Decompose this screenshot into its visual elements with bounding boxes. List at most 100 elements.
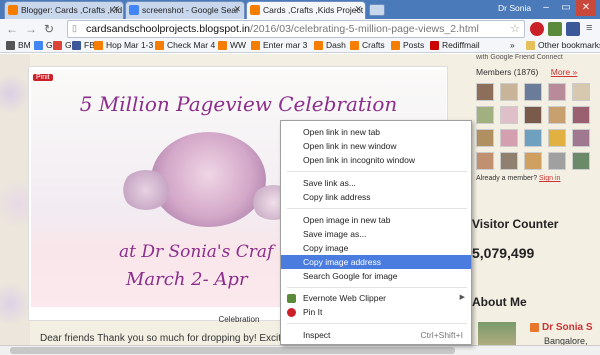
evernote-icon: [287, 294, 296, 303]
bookmark-item[interactable]: Check Mar 4: [155, 40, 215, 50]
menu-item-pin-it[interactable]: Pin It: [281, 305, 471, 319]
title-bar: Blogger: Cards ,Crafts ,Kid ✕ screenshot…: [0, 0, 600, 19]
profile-name[interactable]: Dr Sonia: [498, 3, 531, 13]
maximize-button[interactable]: ▭: [556, 0, 576, 16]
tab-google-search[interactable]: screenshot - Google Sear ✕: [125, 1, 245, 19]
avatar[interactable]: [548, 83, 566, 101]
new-tab-button[interactable]: [369, 4, 385, 16]
folder-icon: [526, 41, 535, 50]
menu-item-copy-image[interactable]: Copy image: [281, 241, 471, 255]
bookmark-item[interactable]: G: [53, 40, 72, 50]
extension-icon[interactable]: [566, 22, 580, 36]
close-window-button[interactable]: ✕: [576, 0, 596, 16]
menu-item-open-image-new-tab[interactable]: Open image in new tab: [281, 213, 471, 227]
blogger-icon: [250, 5, 260, 15]
menu-item-save-image[interactable]: Save image as...: [281, 227, 471, 241]
menu-separator: [287, 323, 467, 324]
bookmark-item[interactable]: FB: [72, 40, 95, 50]
menu-icon[interactable]: ≡: [586, 22, 592, 34]
avatar[interactable]: [572, 106, 590, 124]
avatar[interactable]: [524, 83, 542, 101]
other-bookmarks[interactable]: Other bookmarks: [526, 40, 600, 50]
avatar[interactable]: [548, 152, 566, 170]
close-tab-icon[interactable]: ✕: [112, 4, 120, 15]
members-heading: Members (1876) More »: [476, 67, 578, 77]
avatar[interactable]: [524, 106, 542, 124]
facebook-icon: [72, 41, 81, 50]
rose-bud-image: [121, 170, 171, 210]
avatar[interactable]: [548, 106, 566, 124]
menu-item-search-google-image[interactable]: Search Google for image: [281, 269, 471, 283]
horizontal-scrollbar[interactable]: [0, 345, 600, 355]
bookmark-item[interactable]: Dash: [314, 40, 346, 50]
blogger-icon: [8, 5, 18, 15]
bookmark-item[interactable]: BM: [6, 40, 31, 50]
blogger-icon: [530, 323, 539, 332]
tab-label: screenshot - Google Sear: [142, 5, 239, 15]
bookmark-item[interactable]: G: [34, 40, 53, 50]
blogger-icon: [155, 41, 164, 50]
menu-item-open-link-incognito[interactable]: Open link in incognito window: [281, 153, 471, 167]
google-icon: [34, 41, 43, 50]
about-me-title: About Me: [472, 295, 527, 309]
address-bar[interactable]: ▯ cardsandschoolprojects.blogspot.in/201…: [67, 20, 525, 38]
rediff-icon: [430, 41, 439, 50]
profile-name-link[interactable]: Dr Sonia S: [530, 322, 593, 333]
bookmarks-overflow-button[interactable]: »: [510, 40, 515, 50]
avatar[interactable]: [476, 152, 494, 170]
avatar[interactable]: [524, 152, 542, 170]
avatar[interactable]: [548, 129, 566, 147]
menu-item-copy-image-address[interactable]: Copy image address: [281, 255, 471, 269]
context-menu: Open link in new tab Open link in new wi…: [280, 120, 472, 345]
bookmark-item[interactable]: Crafts: [350, 40, 385, 50]
menu-item-save-link[interactable]: Save link as...: [281, 176, 471, 190]
avatar[interactable]: [524, 129, 542, 147]
tab-cards-crafts[interactable]: Cards ,Crafts ,Kids Project ✕: [246, 1, 366, 19]
minimize-button[interactable]: –: [536, 0, 556, 16]
avatar[interactable]: [500, 129, 518, 147]
avatar[interactable]: [476, 129, 494, 147]
already-member-text: Already a member? Sign in: [476, 175, 561, 182]
avatar[interactable]: [500, 152, 518, 170]
browser-toolbar: ← → ↻ ▯ cardsandschoolprojects.blogspot.…: [0, 19, 600, 39]
bookmark-item[interactable]: WW: [218, 40, 246, 50]
avatar[interactable]: [476, 83, 494, 101]
back-icon[interactable]: ←: [6, 22, 18, 36]
avatar[interactable]: [476, 106, 494, 124]
bookmark-star-icon[interactable]: ☆: [510, 22, 520, 35]
bookmark-item[interactable]: Posts: [391, 40, 424, 50]
close-tab-icon[interactable]: ✕: [233, 4, 241, 15]
bookmark-item[interactable]: Enter mar 3: [251, 40, 307, 50]
menu-item-evernote-clipper[interactable]: Evernote Web Clipper ▶: [281, 291, 471, 305]
avatar[interactable]: [500, 83, 518, 101]
pinterest-icon[interactable]: [530, 22, 544, 36]
avatar[interactable]: [572, 129, 590, 147]
tab-blogger[interactable]: Blogger: Cards ,Crafts ,Kid ✕: [4, 1, 124, 19]
blogger-icon: [94, 41, 103, 50]
menu-item-inspect[interactable]: Inspect Ctrl+Shift+I: [281, 328, 471, 342]
visitor-counter-title: Visitor Counter: [472, 217, 559, 231]
submenu-arrow-icon: ▶: [459, 294, 465, 301]
forward-icon[interactable]: →: [25, 22, 37, 36]
avatar[interactable]: [500, 106, 518, 124]
visitor-count: 5,079,499: [472, 245, 535, 261]
reload-icon[interactable]: ↻: [44, 22, 54, 36]
avatar[interactable]: [572, 152, 590, 170]
close-tab-icon[interactable]: ✕: [354, 4, 362, 15]
menu-item-open-link-new-window[interactable]: Open link in new window: [281, 139, 471, 153]
scrollbar-thumb[interactable]: [10, 347, 455, 354]
evernote-icon[interactable]: [548, 22, 562, 36]
blogger-icon: [251, 41, 260, 50]
sign-in-link[interactable]: Sign in: [539, 175, 560, 182]
more-members-link[interactable]: More »: [551, 67, 577, 77]
avatar[interactable]: [572, 83, 590, 101]
tab-label: Blogger: Cards ,Crafts ,Kid: [21, 5, 123, 15]
menu-item-open-link-new-tab[interactable]: Open link in new tab: [281, 125, 471, 139]
pinit-button[interactable]: Pinit: [33, 74, 53, 81]
menu-item-copy-link-address[interactable]: Copy link address: [281, 190, 471, 204]
bookmark-item[interactable]: Rediffmail: [430, 40, 480, 50]
address-path: /2016/03/celebrating-5-million-page-view…: [250, 23, 479, 35]
blogger-icon: [391, 41, 400, 50]
blogger-icon: [218, 41, 227, 50]
bookmark-item[interactable]: Hop Mar 1-3: [94, 40, 153, 50]
